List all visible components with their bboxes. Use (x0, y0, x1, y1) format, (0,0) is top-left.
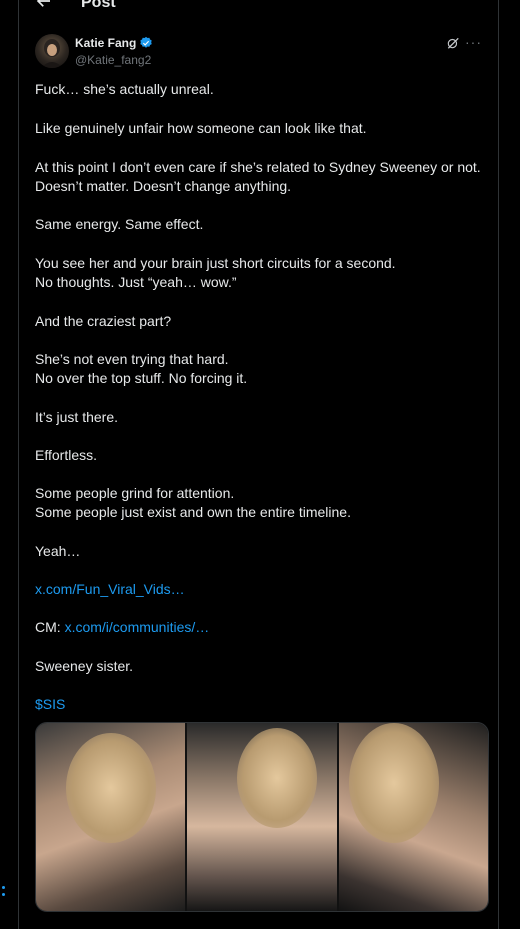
more-icon[interactable]: ··· (465, 34, 482, 50)
link-fun-viral-vids[interactable]: x.com/Fun_Viral_Vids… (35, 580, 185, 599)
author-name[interactable]: Katie Fang (75, 36, 136, 50)
author-handle[interactable]: @Katie_fang2 (75, 53, 151, 67)
post-body: Fuck… she’s actually unreal. Like genuin… (35, 80, 485, 712)
post-line: You see her and your brain just short ci… (35, 255, 396, 290)
post-line: It’s just there. (35, 409, 119, 425)
post-line: At this point I don’t even care if she’s… (35, 159, 481, 194)
media-image[interactable] (187, 723, 337, 911)
cm-label: CM: (35, 619, 65, 635)
post-line: Fuck… she’s actually unreal. (35, 81, 214, 97)
arrow-left-icon[interactable] (35, 0, 53, 10)
post-line: And the craziest part? (35, 313, 172, 329)
post-line: Same energy. Same effect. (35, 216, 204, 232)
post-header: Katie Fang @Katie_fang2 ··· (35, 34, 482, 70)
grok-icon[interactable] (446, 36, 460, 50)
author-name-row: Katie Fang (75, 36, 153, 50)
post-line: Sweeney sister. (35, 658, 134, 674)
media-image[interactable] (338, 723, 488, 911)
media-image[interactable] (36, 723, 186, 911)
topbar: Post (19, 0, 498, 14)
link-community[interactable]: x.com/i/communities/… (65, 619, 210, 635)
post-line: Effortless. (35, 447, 97, 463)
post-column: Post Katie Fang @Katie_fang2 ··· Fuck… s… (18, 0, 499, 929)
side-indicator (2, 886, 8, 902)
post-line: Yeah… (35, 543, 81, 559)
media-gallery[interactable] (35, 722, 489, 912)
verified-badge-icon (140, 36, 153, 48)
community-line: CM: x.com/i/communities/… (35, 618, 209, 637)
page-title: Post (81, 0, 116, 11)
post-line: She’s not even trying that hard. No over… (35, 351, 248, 386)
post-line: Like genuinely unfair how someone can lo… (35, 120, 367, 136)
avatar[interactable] (35, 34, 69, 68)
cashtag-link[interactable]: $SIS (35, 695, 65, 714)
post-line: Some people grind for attention. Some pe… (35, 485, 351, 520)
